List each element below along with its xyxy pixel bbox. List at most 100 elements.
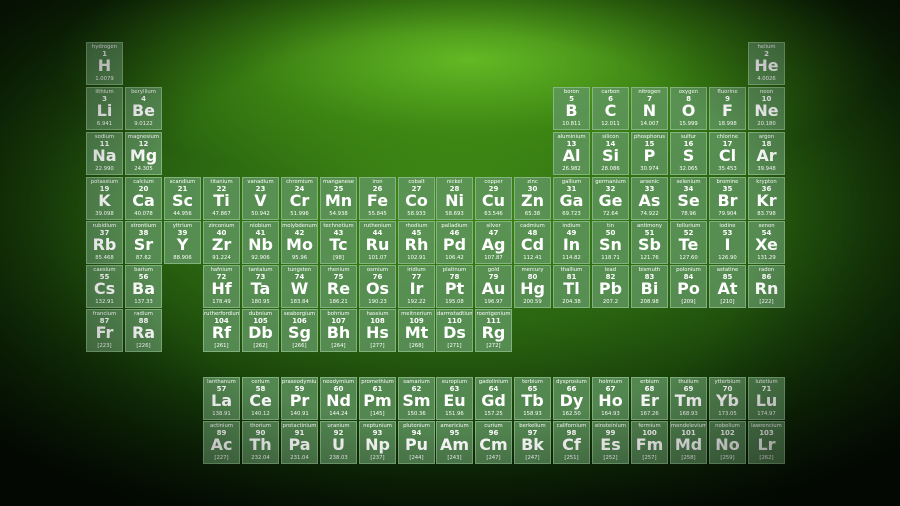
element-cell-nobelium: nobelium 102 No [259] xyxy=(709,421,746,464)
atomic-mass: 180.95 xyxy=(251,299,270,305)
element-symbol: Hs xyxy=(366,323,389,342)
element-cell-californium: californium 98 Cf [251] xyxy=(553,421,590,464)
atomic-mass: [237] xyxy=(370,455,385,461)
element-symbol: Th xyxy=(249,435,272,454)
element-cell-strontium: strontium 38 Sr 87.62 xyxy=(125,221,162,264)
element-cell-thulium: thulium 69 Tm 168.93 xyxy=(670,377,707,420)
atomic-mass: 174.97 xyxy=(757,411,776,417)
element-cell-niobium: niobium 41 Nb 92.906 xyxy=(242,221,279,264)
atomic-mass: 15.999 xyxy=(679,121,698,127)
element-symbol: Er xyxy=(640,391,659,410)
element-symbol: Mt xyxy=(404,323,429,342)
element-symbol: Ti xyxy=(213,191,230,210)
element-symbol: O xyxy=(681,101,696,120)
element-cell-silver: silver 47 Ag 107.87 xyxy=(475,221,512,264)
element-symbol: Np xyxy=(365,435,390,454)
element-cell-copper: copper 29 Cu 63.546 xyxy=(475,177,512,220)
element-cell-terbium: terbium 65 Tb 158.93 xyxy=(514,377,551,420)
atomic-mass: 20.180 xyxy=(757,121,776,127)
atomic-mass: 85.468 xyxy=(95,255,114,261)
atomic-mass: 83.798 xyxy=(757,211,776,217)
atomic-mass: [243] xyxy=(447,455,462,461)
element-cell-neodymium: neodymium 60 Nd 144.24 xyxy=(320,377,357,420)
element-cell-astatine: astatine 85 At [210] xyxy=(709,265,746,308)
element-symbol: Bh xyxy=(326,323,351,342)
atomic-mass: 35.453 xyxy=(718,166,737,172)
atomic-mass: [223] xyxy=(97,343,112,349)
atomic-mass: 186.21 xyxy=(329,299,348,305)
element-symbol: Hg xyxy=(520,279,545,298)
element-cell-oxygen: oxygen 8 O 15.999 xyxy=(670,87,707,130)
atomic-mass: 39.098 xyxy=(95,211,114,217)
element-cell-sodium: sodium 11 Na 22.990 xyxy=(86,132,123,175)
atomic-mass: 88.906 xyxy=(173,255,192,261)
atomic-mass: 121.76 xyxy=(640,255,659,261)
element-cell-iron: iron 26 Fe 55.845 xyxy=(359,177,396,220)
atomic-mass: [272] xyxy=(486,343,501,349)
atomic-mass: [210] xyxy=(720,299,735,305)
element-symbol: S xyxy=(682,146,695,165)
element-cell-bismuth: bismuth 83 Bi 208.98 xyxy=(631,265,668,308)
atomic-mass: 178.49 xyxy=(212,299,231,305)
element-symbol: No xyxy=(715,435,740,454)
element-symbol: Cs xyxy=(93,279,116,298)
element-cell-berkelium: berkelium 97 Bk [247] xyxy=(514,421,551,464)
element-symbol: Fe xyxy=(366,191,389,210)
element-cell-praseodymium: praseodymium59Pr140.91 xyxy=(281,377,318,420)
element-symbol: Db xyxy=(248,323,273,342)
atomic-mass: 151.96 xyxy=(445,411,464,417)
element-cell-rubidium: rubidium 37 Rb 85.468 xyxy=(86,221,123,264)
element-symbol: Au xyxy=(481,279,506,298)
element-cell-curium: curium 96 Cm [247] xyxy=(475,421,512,464)
element-symbol: Rh xyxy=(404,235,429,254)
atomic-mass: 30.974 xyxy=(640,166,659,172)
element-symbol: K xyxy=(98,191,111,210)
element-cell-sulfur: sulfur 16 S 32.065 xyxy=(670,132,707,175)
element-symbol: Tm xyxy=(674,391,703,410)
element-cell-krypton: krypton 36 Kr 83.798 xyxy=(748,177,785,220)
element-cell-thallium: thallium 81 Tl 204.38 xyxy=(553,265,590,308)
element-symbol: Tb xyxy=(521,391,544,410)
element-symbol: Ni xyxy=(445,191,464,210)
element-symbol: Ag xyxy=(481,235,506,254)
element-cell-radon: radon 86 Rn [222] xyxy=(748,265,785,308)
element-cell-vanadium: vanadium 23 V 50.942 xyxy=(242,177,279,220)
atomic-mass: [262] xyxy=(253,343,268,349)
atomic-mass: 131.29 xyxy=(757,255,776,261)
element-cell-antimony: antimony 51 Sb 121.76 xyxy=(631,221,668,264)
element-symbol: Be xyxy=(131,101,156,120)
element-cell-calcium: calcium 20 Ca 40.078 xyxy=(125,177,162,220)
element-symbol: Rn xyxy=(754,279,779,298)
atomic-mass: [252] xyxy=(603,455,618,461)
element-cell-lithium: lithium 3 Li 6.941 xyxy=(86,87,123,130)
atomic-mass: 207.2 xyxy=(602,299,619,305)
atomic-mass: 91.224 xyxy=(212,255,231,261)
element-symbol: Pa xyxy=(288,435,311,454)
element-cell-rutherfordium: rutherfordium 104 Rf [261] xyxy=(203,309,240,352)
element-symbol: Co xyxy=(405,191,428,210)
element-symbol: Y xyxy=(176,235,189,254)
atomic-mass: 140.91 xyxy=(290,411,309,417)
element-cell-cadmium: cadmium 48 Cd 112.41 xyxy=(514,221,551,264)
element-cell-lanthanum: lanthanum 57 La 138.91 xyxy=(203,377,240,420)
element-cell-neptunium: neptunium 93 Np [237] xyxy=(359,421,396,464)
atomic-mass: [226] xyxy=(136,343,151,349)
element-cell-radium: radium 88 Ra [226] xyxy=(125,309,162,352)
element-symbol: Te xyxy=(678,235,699,254)
atomic-mass: 22.990 xyxy=(95,166,114,172)
atomic-mass: 54.938 xyxy=(329,211,348,217)
element-symbol: Eu xyxy=(443,391,466,410)
element-symbol: Es xyxy=(600,435,621,454)
element-symbol: Se xyxy=(677,191,700,210)
element-symbol: Mg xyxy=(129,146,158,165)
element-symbol: B xyxy=(565,101,578,120)
element-cell-indium: indium 49 In 114.82 xyxy=(553,221,590,264)
element-cell-caesium: caesium 55 Cs 132.91 xyxy=(86,265,123,308)
element-cell-silicon: silicon 14 Si 28.086 xyxy=(592,132,629,175)
atomic-mass: 50.942 xyxy=(251,211,270,217)
atomic-mass: 6.941 xyxy=(96,121,113,127)
element-cell-neon: neon 10 Ne 20.180 xyxy=(748,87,785,130)
element-symbol: Bi xyxy=(640,279,659,298)
element-symbol: I xyxy=(724,235,731,254)
element-cell-ytterbium: ytterbium 70 Yb 173.05 xyxy=(709,377,746,420)
